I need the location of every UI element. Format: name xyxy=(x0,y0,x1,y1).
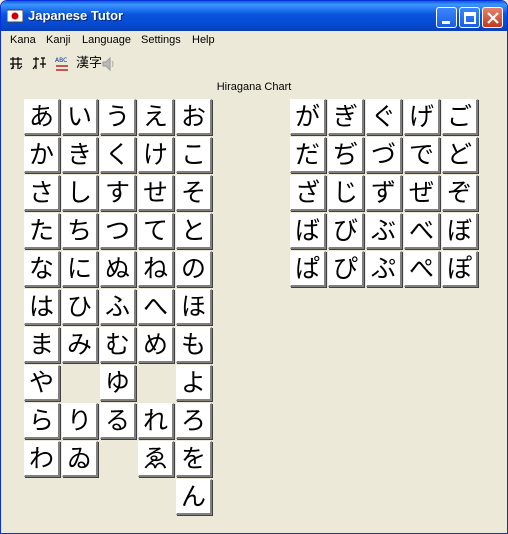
kana-tile[interactable]: ふ xyxy=(100,289,136,325)
kana-tile[interactable]: す xyxy=(100,175,136,211)
minimize-icon xyxy=(442,21,450,24)
kana-tile[interactable]: ひ xyxy=(62,289,98,325)
menu-kanji[interactable]: Kanji xyxy=(46,34,70,46)
svg-text:ABC: ABC xyxy=(55,57,67,64)
kana-tile[interactable]: ぢ xyxy=(328,137,364,173)
kana-tile[interactable]: ど xyxy=(442,137,478,173)
kana-tile[interactable]: し xyxy=(62,175,98,211)
kana-tile[interactable]: ぶ xyxy=(366,213,402,249)
kana-tile[interactable]: ぎ xyxy=(328,99,364,135)
speaker-icon[interactable] xyxy=(101,55,117,73)
kana-tile[interactable]: ゑ xyxy=(138,441,174,477)
app-flag-icon xyxy=(7,9,23,23)
kana-tile[interactable]: む xyxy=(100,327,136,363)
kana-tile[interactable]: び xyxy=(328,213,364,249)
kana-tile[interactable]: ば xyxy=(290,213,326,249)
kana-tile[interactable]: ほ xyxy=(176,289,212,325)
kana-tile[interactable]: ね xyxy=(138,251,174,287)
kana-tile[interactable]: て xyxy=(138,213,174,249)
kana-tile[interactable]: ぺ xyxy=(404,251,440,287)
kana-tile[interactable]: ゆ xyxy=(100,365,136,401)
kana-tile[interactable]: ぜ xyxy=(404,175,440,211)
kana-tile[interactable]: は xyxy=(24,289,60,325)
kana-tile[interactable]: ぴ xyxy=(328,251,364,287)
kana-tile[interactable]: た xyxy=(24,213,60,249)
kana-tile[interactable]: る xyxy=(100,403,136,439)
kana-tile[interactable]: に xyxy=(62,251,98,287)
kana-tile[interactable]: き xyxy=(62,137,98,173)
minimize-button[interactable] xyxy=(436,7,457,28)
kana-tile[interactable]: じ xyxy=(328,175,364,211)
kana-tile[interactable]: け xyxy=(138,137,174,173)
kana-tile[interactable]: の xyxy=(176,251,212,287)
kana-tile[interactable]: れ xyxy=(138,403,174,439)
window-title: Japanese Tutor xyxy=(28,8,124,23)
kana-tile[interactable]: め xyxy=(138,327,174,363)
kana-tile[interactable]: ご xyxy=(442,99,478,135)
kana-tile[interactable]: こ xyxy=(176,137,212,173)
kana-tile[interactable]: ん xyxy=(176,479,212,515)
kana-tile[interactable]: べ xyxy=(404,213,440,249)
kana-tile[interactable]: み xyxy=(62,327,98,363)
maximize-button[interactable] xyxy=(459,7,480,28)
kana-tile[interactable]: が xyxy=(290,99,326,135)
menu-bar: Kana Kanji Language Settings Help xyxy=(2,31,506,51)
kana-tile[interactable]: も xyxy=(176,327,212,363)
kana-tile[interactable]: へ xyxy=(138,289,174,325)
kana-tile[interactable]: ぐ xyxy=(366,99,402,135)
toolbar: ABC 漢字 xyxy=(2,52,506,76)
kana-chart-icon[interactable] xyxy=(8,55,24,73)
kana-tile[interactable]: つ xyxy=(100,213,136,249)
kana-tile[interactable]: え xyxy=(138,99,174,135)
kana-tile[interactable]: ち xyxy=(62,213,98,249)
kana-quiz-icon[interactable] xyxy=(31,55,47,73)
kana-tile[interactable]: ざ xyxy=(290,175,326,211)
kana-tile[interactable]: な xyxy=(24,251,60,287)
kana-tile[interactable]: げ xyxy=(404,99,440,135)
title-bar[interactable]: Japanese Tutor xyxy=(1,1,507,31)
kana-tile[interactable]: だ xyxy=(290,137,326,173)
kana-tile[interactable]: ぼ xyxy=(442,213,478,249)
maximize-icon xyxy=(464,12,476,24)
kana-tile[interactable]: ぷ xyxy=(366,251,402,287)
kana-tile[interactable]: や xyxy=(24,365,60,401)
kana-tile[interactable]: お xyxy=(176,99,212,135)
menu-help[interactable]: Help xyxy=(192,34,215,46)
kana-tile[interactable]: づ xyxy=(366,137,402,173)
kana-tile[interactable]: で xyxy=(404,137,440,173)
kana-tile[interactable]: ぽ xyxy=(442,251,478,287)
menu-language[interactable]: Language xyxy=(82,34,131,46)
kanji-button[interactable]: 漢字 xyxy=(76,55,102,73)
kana-tile[interactable]: を xyxy=(176,441,212,477)
kana-tile[interactable]: か xyxy=(24,137,60,173)
kana-tile[interactable]: せ xyxy=(138,175,174,211)
close-button[interactable] xyxy=(482,7,503,28)
kana-tile[interactable]: ぞ xyxy=(442,175,478,211)
kana-tile[interactable]: と xyxy=(176,213,212,249)
menu-kana[interactable]: Kana xyxy=(10,34,36,46)
close-icon xyxy=(487,12,499,24)
kana-tile[interactable]: い xyxy=(62,99,98,135)
kana-tile[interactable]: ゐ xyxy=(62,441,98,477)
kana-tile[interactable]: わ xyxy=(24,441,60,477)
kana-tile[interactable]: く xyxy=(100,137,136,173)
kana-tile[interactable]: よ xyxy=(176,365,212,401)
kana-tile[interactable]: う xyxy=(100,99,136,135)
kana-tile[interactable]: ぬ xyxy=(100,251,136,287)
kana-tile[interactable]: ず xyxy=(366,175,402,211)
kana-tile[interactable]: ら xyxy=(24,403,60,439)
kana-tile[interactable]: そ xyxy=(176,175,212,211)
chart-title: Hiragana Chart xyxy=(216,81,292,93)
kana-tile[interactable]: り xyxy=(62,403,98,439)
app-window: Japanese Tutor Kana Kanji Language Setti… xyxy=(0,0,508,534)
kana-tile[interactable]: さ xyxy=(24,175,60,211)
spell-check-icon[interactable]: ABC xyxy=(54,55,70,73)
kana-tile[interactable]: あ xyxy=(24,99,60,135)
kana-tile[interactable]: ぱ xyxy=(290,251,326,287)
menu-settings[interactable]: Settings xyxy=(141,34,181,46)
kana-tile[interactable]: ろ xyxy=(176,403,212,439)
kana-tile[interactable]: ま xyxy=(24,327,60,363)
